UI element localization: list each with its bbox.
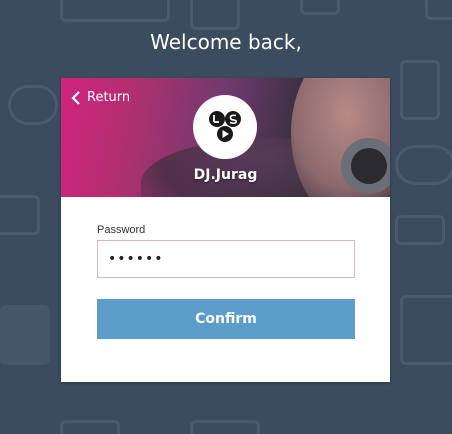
background-shape bbox=[400, 60, 440, 120]
background-shape bbox=[8, 85, 58, 125]
background-shape bbox=[60, 0, 170, 22]
background-shape bbox=[60, 420, 120, 434]
background-shape bbox=[395, 145, 452, 185]
password-label: Password bbox=[97, 224, 146, 236]
return-label: Return bbox=[87, 90, 131, 105]
background-shape bbox=[400, 295, 452, 365]
background-shape bbox=[425, 0, 452, 20]
background-shape bbox=[190, 0, 240, 30]
password-input[interactable] bbox=[97, 240, 355, 278]
background-shape bbox=[0, 195, 40, 235]
headphones-shape bbox=[341, 138, 390, 194]
chevron-left-icon bbox=[71, 90, 80, 105]
login-form: Password Confirm bbox=[97, 224, 355, 339]
background-shape bbox=[300, 0, 340, 15]
background-shape bbox=[190, 420, 260, 434]
return-link[interactable]: Return bbox=[71, 90, 130, 105]
lsd-logo-icon bbox=[209, 111, 241, 142]
login-card: Return DJ.Jurag Password Confirm bbox=[61, 78, 390, 382]
background-shape bbox=[395, 215, 445, 245]
welcome-heading: Welcome back, bbox=[150, 30, 302, 54]
confirm-button[interactable]: Confirm bbox=[97, 299, 355, 339]
background-shape bbox=[0, 305, 50, 365]
username: DJ.Jurag bbox=[193, 167, 258, 183]
avatar bbox=[193, 95, 257, 159]
profile-banner: Return DJ.Jurag bbox=[61, 78, 390, 197]
